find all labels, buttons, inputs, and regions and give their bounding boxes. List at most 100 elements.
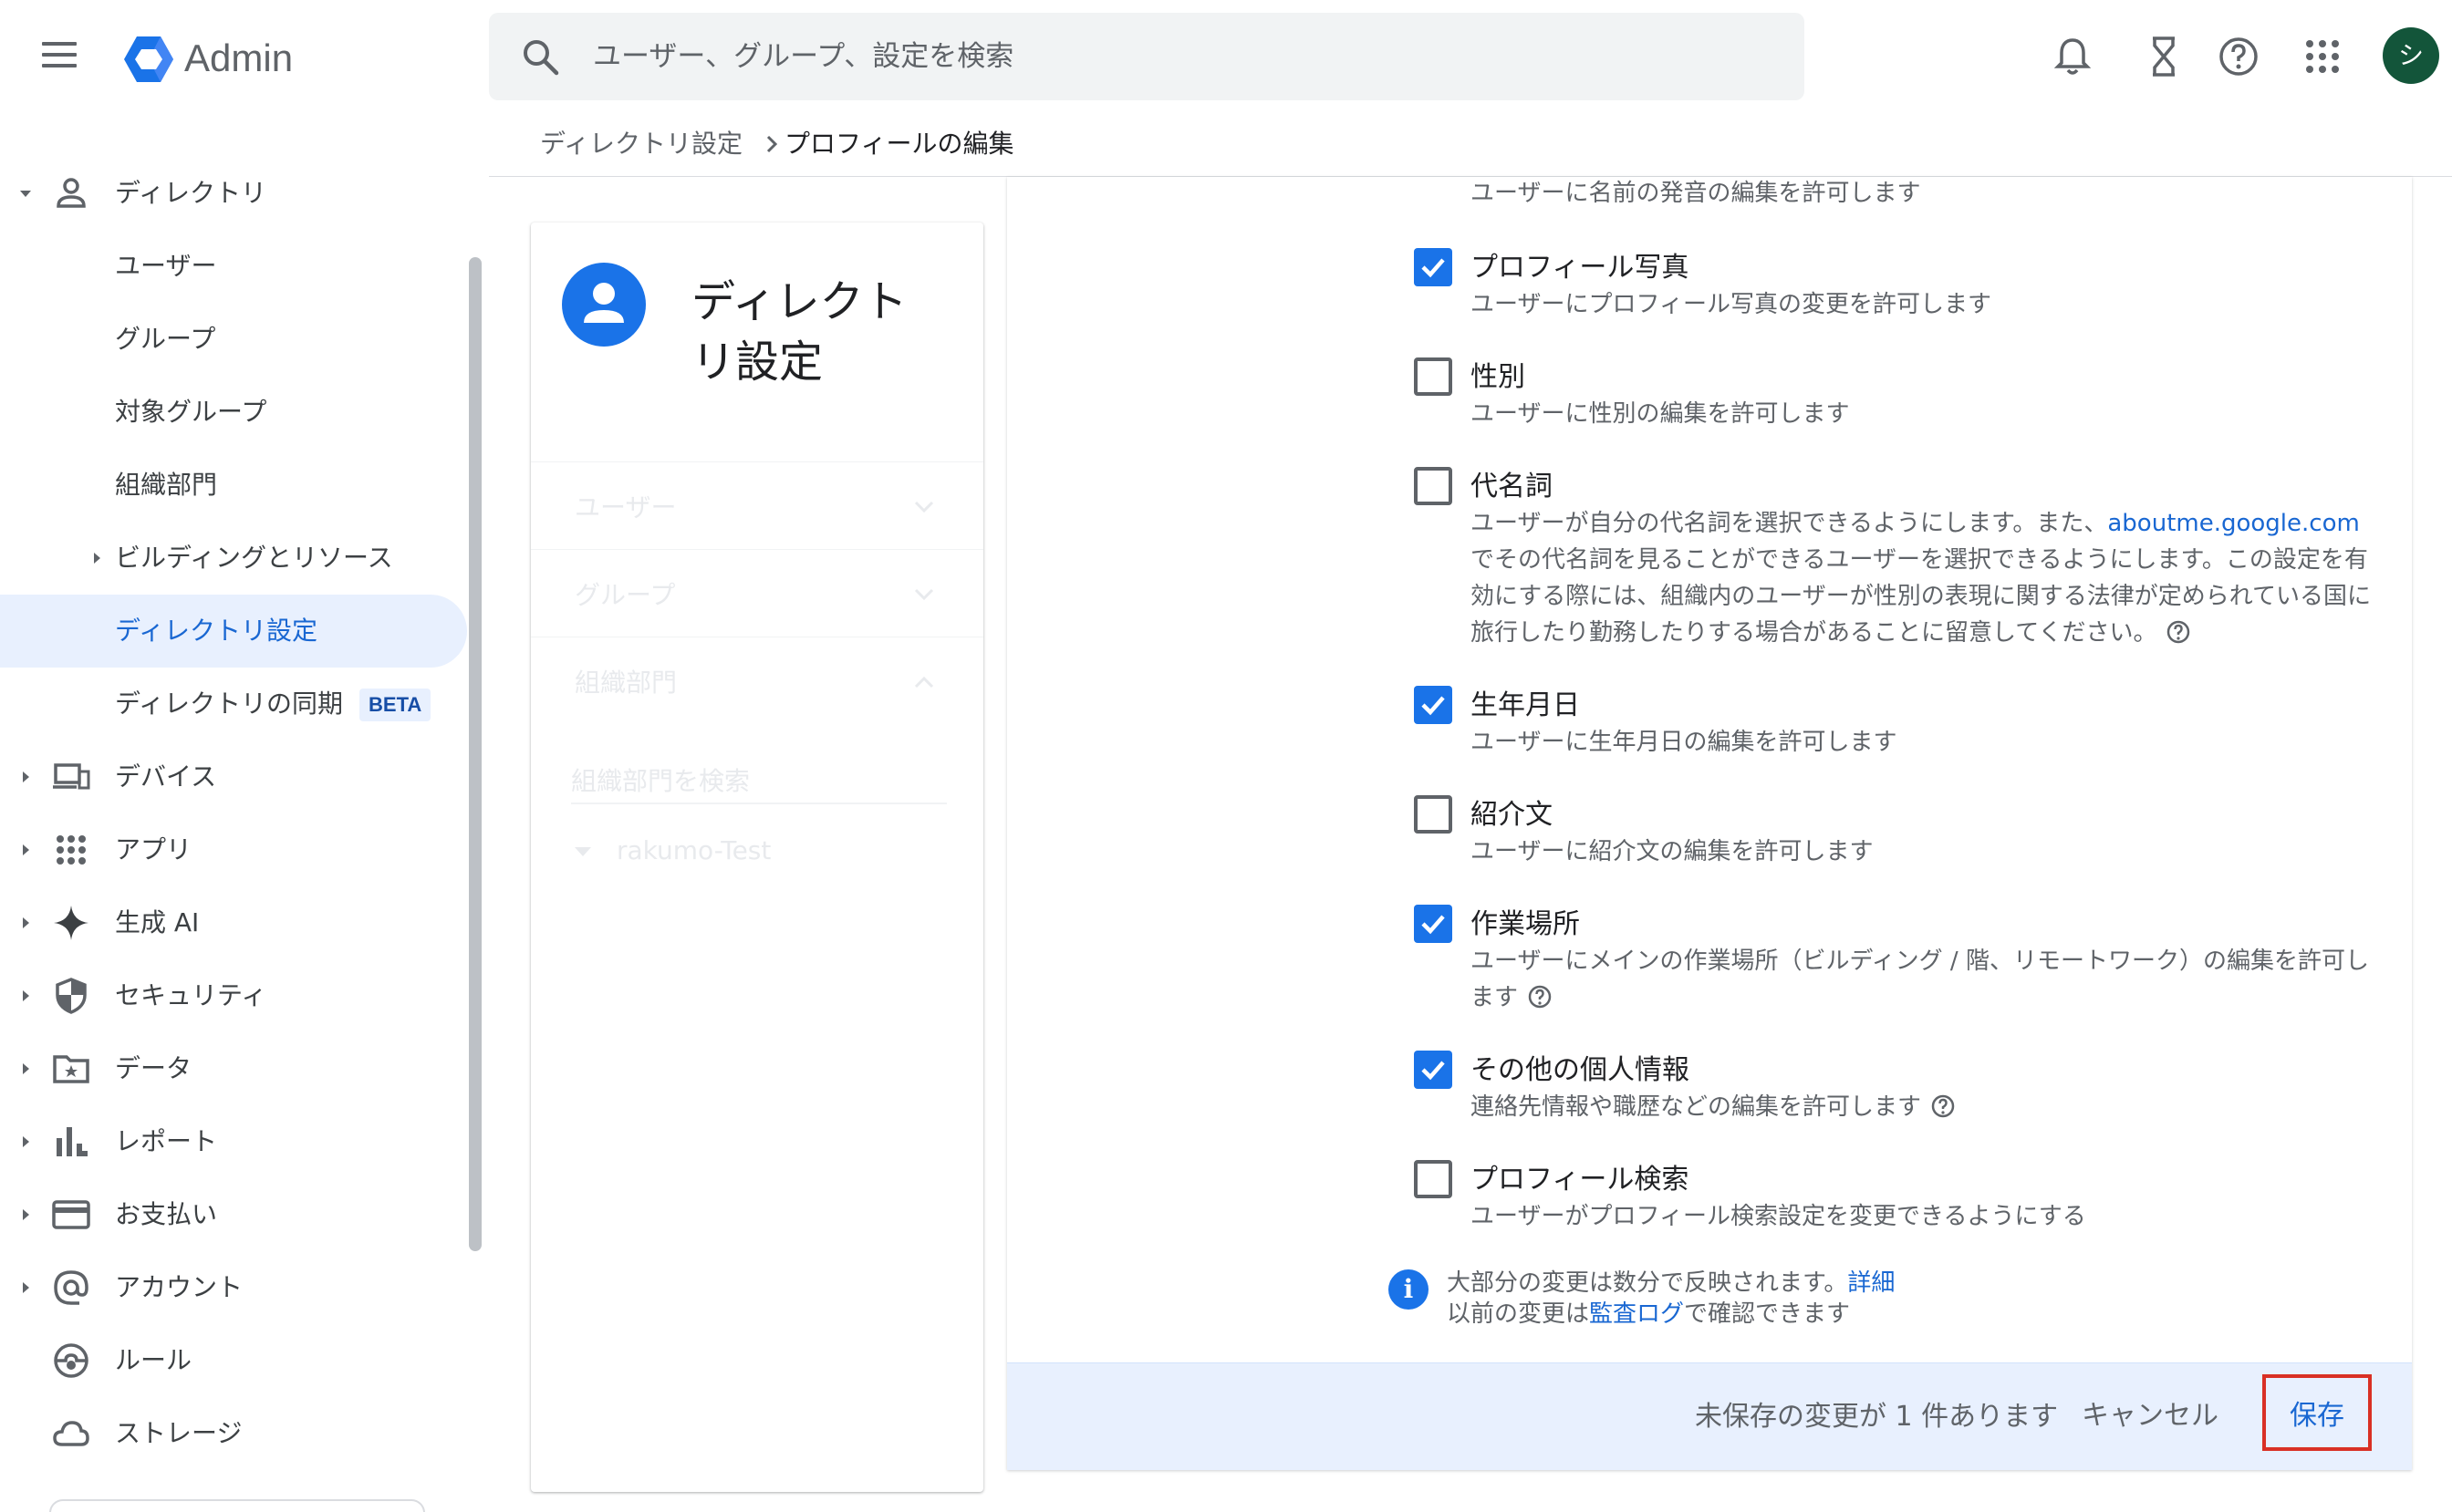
notifications-bell-icon[interactable] — [2049, 33, 2096, 80]
setting-description: 連絡先情報や職歴などの編集を許可します — [1470, 1089, 2383, 1125]
panel-title: ディレクトリ設定 — [691, 276, 908, 388]
help-icon[interactable] — [1527, 984, 1553, 1010]
caret-right-icon[interactable] — [18, 770, 33, 784]
sidebar-item-directory[interactable]: ディレクトリ — [0, 157, 467, 230]
help-icon[interactable] — [2166, 619, 2191, 645]
unsaved-changes-bar: 未保存の変更が 1 件あります キャンセル 保存 — [1007, 1362, 2412, 1470]
tasks-hourglass-icon[interactable] — [2140, 33, 2187, 80]
beta-badge: BETA — [359, 689, 431, 721]
panel-section-users[interactable]: ユーザー — [531, 461, 983, 549]
desc-text: 連絡先情報や職歴などの編集を許可します — [1470, 1093, 1922, 1121]
info-icon: i — [1388, 1269, 1429, 1310]
sidebar-item-label: セキュリティ — [115, 980, 267, 1010]
chevron-down-icon — [914, 588, 934, 601]
caret-right-icon[interactable] — [89, 551, 104, 565]
panel-section-label: グループ — [575, 580, 676, 610]
account-avatar[interactable]: シ — [2383, 27, 2439, 84]
profile-edit-card: ユーザーに名前の発音の編集を許可します プロフィール写真 ユーザーにプロフィール… — [1007, 177, 2412, 1470]
sidebar-item-reports[interactable]: レポート — [0, 1105, 467, 1178]
shield-icon — [56, 978, 87, 1014]
org-tree-root[interactable]: rakumo-Test — [575, 835, 771, 865]
help-icon[interactable] — [1930, 1093, 1956, 1119]
breadcrumb-parent-link[interactable]: ディレクトリ設定 — [540, 124, 743, 164]
sidebar-item-label: ディレクトリ — [115, 178, 267, 208]
sidebar-item-target-groups[interactable]: 対象グループ — [0, 376, 467, 449]
checkbox-other-personal-info[interactable] — [1414, 1051, 1452, 1089]
checkbox-profile-search[interactable] — [1414, 1160, 1452, 1198]
caret-down-icon[interactable] — [575, 847, 591, 856]
sidebar-item-label-wrap: ディレクトリの同期 BETA — [115, 668, 431, 740]
checkbox-birthday[interactable] — [1414, 686, 1452, 724]
checkbox-introduction[interactable] — [1414, 795, 1452, 834]
caret-right-icon[interactable] — [18, 916, 33, 930]
sidebar-item-devices[interactable]: デバイス — [0, 740, 467, 813]
folder-star-icon — [53, 1055, 89, 1083]
sidebar-item-data[interactable]: データ — [0, 1032, 467, 1105]
checkbox-pronouns[interactable] — [1414, 467, 1452, 505]
setting-title: プロフィール写真 — [1470, 252, 1689, 284]
setting-title: 紹介文 — [1470, 799, 1553, 831]
credit-card-icon — [52, 1200, 90, 1229]
search-input[interactable]: ユーザー、グループ、設定を検索 — [593, 13, 1688, 100]
setting-title: 生年月日 — [1470, 689, 1580, 721]
search-icon — [524, 40, 559, 76]
sidebar-item-label: ディレクトリ設定 — [115, 616, 318, 646]
sidebar-item-directory-settings[interactable]: ディレクトリ設定 — [0, 595, 467, 668]
sidebar-item-users[interactable]: ユーザー — [0, 230, 467, 303]
setting-description: ユーザーに紹介文の編集を許可します — [1470, 838, 1874, 865]
save-button[interactable]: 保存 — [2262, 1374, 2372, 1451]
sidebar-scrollbar[interactable] — [469, 257, 482, 1251]
sidebar-item-buildings-resources[interactable]: ビルディングとリソース — [0, 522, 467, 595]
checkbox-profile-photo[interactable] — [1414, 248, 1452, 286]
sidebar-item-directory-sync[interactable]: ディレクトリの同期 BETA — [0, 668, 467, 740]
panel-section-org-units[interactable]: 組織部門 — [531, 637, 983, 724]
sidebar-item-org-units[interactable]: 組織部門 — [0, 449, 467, 522]
checkbox-work-location[interactable] — [1414, 905, 1452, 943]
person-icon — [584, 283, 624, 323]
sidebar-item-label: 生成 AI — [115, 907, 200, 937]
caret-right-icon[interactable] — [18, 1134, 33, 1149]
sidebar-item-storage[interactable]: ストレージ — [0, 1397, 467, 1470]
desc-text: ユーザーにメインの作業場所（ビルディング / 階、リモートワーク）の編集を許可し… — [1470, 948, 2369, 1011]
apps-grid-icon[interactable] — [2299, 33, 2346, 80]
directory-settings-panel: ディレクトリ設定 ユーザー グループ 組織部門 組織部門を検索 rakumo-T… — [531, 223, 983, 1492]
setting-description: ユーザーに性別の編集を許可します — [1470, 400, 1850, 428]
sidebar-item-label: 組織部門 — [115, 470, 218, 500]
details-link[interactable]: 詳細 — [1847, 1269, 1895, 1297]
caret-right-icon[interactable] — [18, 1280, 33, 1295]
google-admin-logo-icon[interactable] — [120, 31, 177, 88]
caret-right-icon[interactable] — [18, 843, 33, 857]
panel-section-label: ユーザー — [575, 492, 677, 523]
search-bar[interactable]: ユーザー、グループ、設定を検索 — [489, 13, 1804, 100]
sidebar-item-security[interactable]: セキュリティ — [0, 959, 467, 1032]
setting-title: 性別 — [1470, 361, 1525, 393]
caret-down-icon[interactable] — [18, 186, 33, 201]
sidebar-item-groups[interactable]: グループ — [0, 303, 467, 376]
sidebar-item-gen-ai[interactable]: 生成 AI — [0, 886, 467, 959]
aboutme-link[interactable]: aboutme.google.com — [2107, 510, 2359, 537]
org-unit-search-input[interactable]: 組織部門を検索 — [571, 759, 947, 804]
caret-right-icon[interactable] — [18, 1207, 33, 1222]
caret-right-icon[interactable] — [18, 1062, 33, 1076]
sidebar-item-billing[interactable]: お支払い — [0, 1178, 467, 1251]
sidebar-item-label: お支払い — [115, 1199, 218, 1229]
setting-title: プロフィール検索 — [1470, 1164, 1689, 1196]
sidebar-item-account[interactable]: アカウント — [0, 1251, 467, 1324]
sidebar-item-rules[interactable]: ルール — [0, 1324, 467, 1397]
sidebar-item-label: ユーザー — [115, 251, 217, 281]
hamburger-menu-icon[interactable] — [42, 36, 93, 77]
help-icon[interactable] — [2215, 33, 2262, 80]
audit-log-link[interactable]: 監査ログ — [1589, 1300, 1684, 1328]
panel-section-groups[interactable]: グループ — [531, 549, 983, 637]
caret-right-icon[interactable] — [18, 989, 33, 1003]
sidebar-bottom-button[interactable] — [49, 1499, 425, 1512]
app-title[interactable]: Admin — [184, 33, 293, 84]
sidebar-item-label: ルール — [115, 1345, 192, 1375]
checkbox-gender[interactable] — [1414, 357, 1452, 396]
setting-description: ユーザーにプロフィール写真の変更を許可します — [1470, 291, 1991, 318]
setting-title: 代名詞 — [1470, 471, 1553, 502]
apps-grid-icon — [57, 835, 86, 865]
cancel-button[interactable]: キャンセル — [2082, 1393, 2218, 1440]
directory-avatar — [562, 263, 646, 347]
sidebar-item-apps[interactable]: アプリ — [0, 813, 467, 886]
